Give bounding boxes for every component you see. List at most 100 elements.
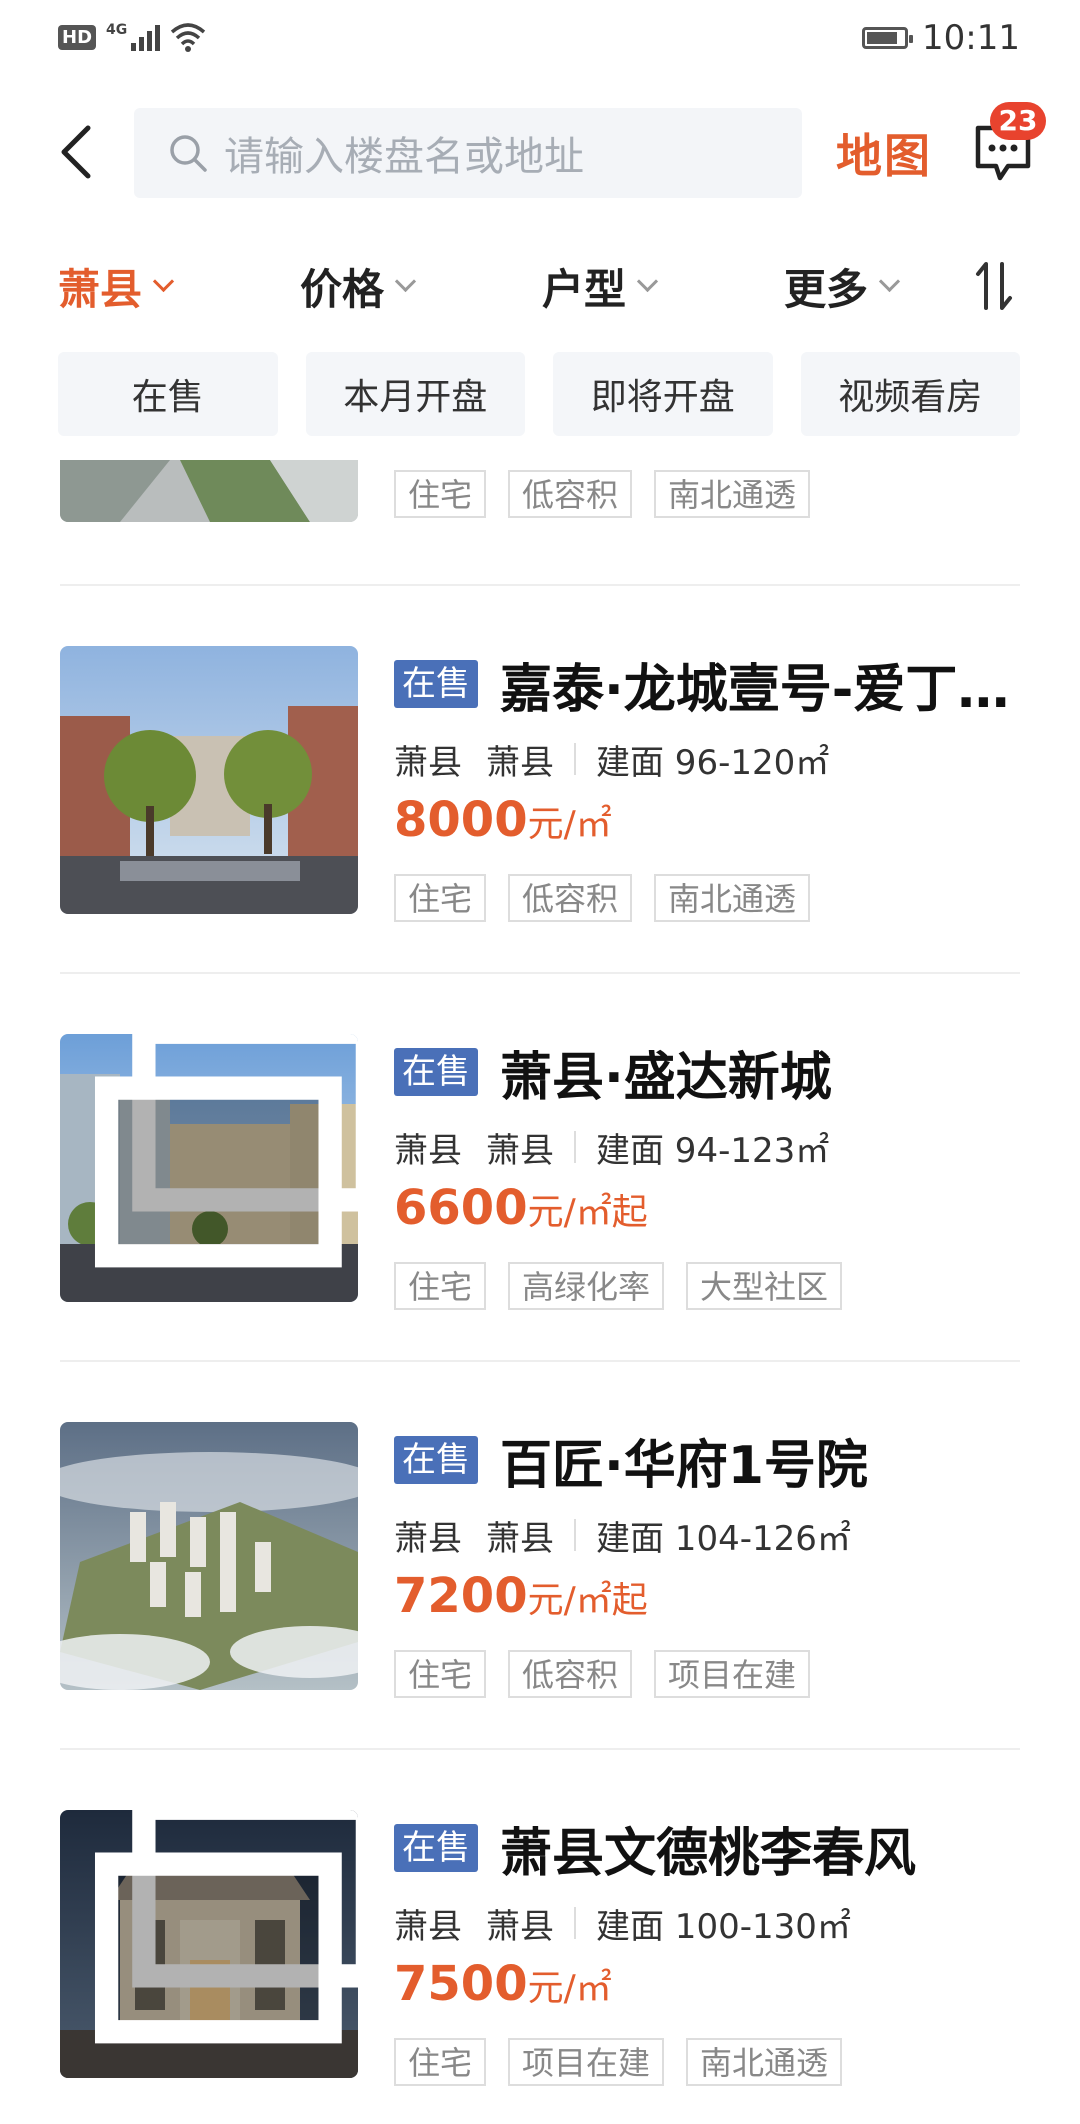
- map-button[interactable]: 地图: [836, 120, 932, 186]
- listing-title: 嘉泰·龙城壹号-爱丁...: [500, 659, 1010, 720]
- chevron-down-icon: [878, 270, 901, 293]
- tag: 低容积: [508, 1650, 633, 1698]
- search-icon: [170, 135, 207, 172]
- tag: 住宅: [394, 874, 487, 922]
- divider: [60, 972, 1020, 974]
- listing-area: 萧县: [486, 1906, 554, 1947]
- network-type: 4G: [106, 22, 128, 38]
- listing-price: 8000 元/㎡: [394, 792, 1014, 856]
- tag: 南北通透: [654, 874, 811, 922]
- message-badge: 23: [990, 102, 1046, 140]
- price-unit: 元/㎡起: [527, 1192, 648, 1233]
- listing-price: 6600 元/㎡起: [394, 1180, 1014, 1244]
- tag: 住宅: [394, 2038, 487, 2086]
- status-badge: 在售: [394, 660, 478, 708]
- filter-label: 萧县: [58, 265, 143, 314]
- status-badge: 在售: [394, 1048, 478, 1096]
- listing-size: 建面 100-130㎡: [596, 1906, 851, 1947]
- chip-video-tour[interactable]: 视频看房: [800, 352, 1020, 436]
- list-item[interactable]: 在售 百匠·华府1号院 萧县 萧县 建面 104-126㎡ 7200 元/㎡起 …: [0, 1422, 1080, 1698]
- listing-photo: [60, 646, 358, 914]
- filter-bar: 萧县 价格 户型 更多: [0, 256, 1080, 320]
- tag: 低容积: [508, 874, 633, 922]
- price-unit: 元/㎡: [527, 1968, 612, 2009]
- listing-photo: [60, 1422, 358, 1690]
- tag-list: 住宅 低容积 南北通透: [394, 874, 1014, 922]
- filter-price[interactable]: 价格: [300, 256, 417, 317]
- listing-area: 萧县: [486, 742, 554, 783]
- listing-photo: [60, 460, 358, 522]
- filter-label: 户型: [542, 265, 627, 314]
- listing-photo: [60, 1810, 358, 2078]
- listing-meta: 萧县 萧县 建面 100-130㎡: [394, 1900, 1014, 1947]
- list-item-partial[interactable]: 住宅 低容积 南北通透: [0, 460, 1080, 524]
- chevron-down-icon: [152, 270, 175, 293]
- video-icon: [94, 1810, 358, 2044]
- price-unit: 元/㎡: [527, 804, 612, 845]
- listing-district: 萧县: [394, 1906, 462, 1947]
- tag: 住宅: [394, 1262, 487, 1310]
- tag-list: 住宅 高绿化率 大型社区: [394, 1262, 1014, 1310]
- listing-size: 建面 94-123㎡: [596, 1130, 830, 1171]
- listing-info: 在售 嘉泰·龙城壹号-爱丁... 萧县 萧县 建面 96-120㎡ 8000 元…: [394, 646, 1014, 922]
- back-arrow-icon[interactable]: [56, 124, 96, 180]
- filter-more[interactable]: 更多: [784, 256, 901, 317]
- quick-filter-chips: 在售 本月开盘 即将开盘 视频看房: [58, 352, 1020, 436]
- tag: 高绿化率: [508, 1262, 665, 1310]
- chip-coming-soon[interactable]: 即将开盘: [553, 352, 773, 436]
- listing-info: 在售 萧县·盛达新城 萧县 萧县 建面 94-123㎡ 6600 元/㎡起 住宅…: [394, 1034, 1014, 1310]
- price-value: 6600: [394, 1180, 528, 1236]
- divider: [60, 1748, 1020, 1750]
- tag-list: 住宅 项目在建 南北通透: [394, 2038, 1014, 2086]
- listing-title: 百匠·华府1号院: [500, 1435, 868, 1496]
- status-badge: 在售: [394, 1436, 478, 1484]
- price-value: 7200: [394, 1568, 528, 1624]
- list-item[interactable]: 在售 萧县文德桃李春风 萧县 萧县 建面 100-130㎡ 7500 元/㎡ 住…: [0, 1810, 1080, 2086]
- chevron-down-icon: [394, 270, 417, 293]
- listing-size: 建面 96-120㎡: [596, 742, 830, 783]
- listing-meta: 萧县 萧县 建面 94-123㎡: [394, 1124, 1014, 1171]
- filter-label: 价格: [300, 265, 385, 314]
- sort-icon[interactable]: [974, 260, 1014, 312]
- chip-on-sale[interactable]: 在售: [58, 352, 278, 436]
- top-bar: 请输入楼盘名或地址 地图 23: [0, 100, 1080, 204]
- search-input[interactable]: 请输入楼盘名或地址: [134, 108, 802, 198]
- listing-info: 住宅 低容积 南北通透: [394, 470, 1014, 518]
- signal-icon: [131, 23, 161, 51]
- chip-this-month[interactable]: 本月开盘: [305, 352, 525, 436]
- tag: 南北通透: [686, 2038, 843, 2086]
- listing-meta: 萧县 萧县 建面 96-120㎡: [394, 736, 1014, 783]
- listing-title: 萧县文德桃李春风: [500, 1823, 917, 1884]
- listing-info: 在售 百匠·华府1号院 萧县 萧县 建面 104-126㎡ 7200 元/㎡起 …: [394, 1422, 1014, 1698]
- listing-size: 建面 104-126㎡: [596, 1518, 851, 1559]
- listing-area: 萧县: [486, 1518, 554, 1559]
- divider: [60, 1360, 1020, 1362]
- tag-list: 住宅 低容积 南北通透: [394, 470, 1014, 518]
- price-value: 7500: [394, 1956, 528, 2012]
- listing-photo: [60, 1034, 358, 1302]
- listing-title: 萧县·盛达新城: [500, 1047, 832, 1108]
- price-value: 8000: [394, 792, 528, 848]
- list-item[interactable]: 在售 嘉泰·龙城壹号-爱丁... 萧县 萧县 建面 96-120㎡ 8000 元…: [0, 646, 1080, 922]
- search-placeholder: 请输入楼盘名或地址: [224, 134, 584, 180]
- filter-layout[interactable]: 户型: [542, 256, 659, 317]
- tag: 南北通透: [654, 470, 811, 518]
- tag: 住宅: [394, 1650, 487, 1698]
- tag: 住宅: [394, 470, 487, 518]
- status-bar-left: HD 4G: [58, 22, 206, 52]
- listing-area: 萧县: [486, 1130, 554, 1171]
- hd-indicator: HD: [58, 24, 97, 50]
- tag: 项目在建: [654, 1650, 811, 1698]
- filter-label: 更多: [784, 265, 869, 314]
- listing-price: 7200 元/㎡起: [394, 1568, 1014, 1632]
- video-icon: [94, 1034, 358, 1268]
- status-bar-right: 10:11: [862, 18, 1020, 58]
- listing-price: 7500 元/㎡: [394, 1956, 1014, 2020]
- filter-region[interactable]: 萧县: [58, 256, 175, 317]
- listing-district: 萧县: [394, 742, 462, 783]
- listing-meta: 萧县 萧县 建面 104-126㎡: [394, 1512, 1014, 1559]
- listing-district: 萧县: [394, 1518, 462, 1559]
- list-item[interactable]: 在售 萧县·盛达新城 萧县 萧县 建面 94-123㎡ 6600 元/㎡起 住宅…: [0, 1034, 1080, 1310]
- chevron-down-icon: [636, 270, 659, 293]
- divider: [60, 584, 1020, 586]
